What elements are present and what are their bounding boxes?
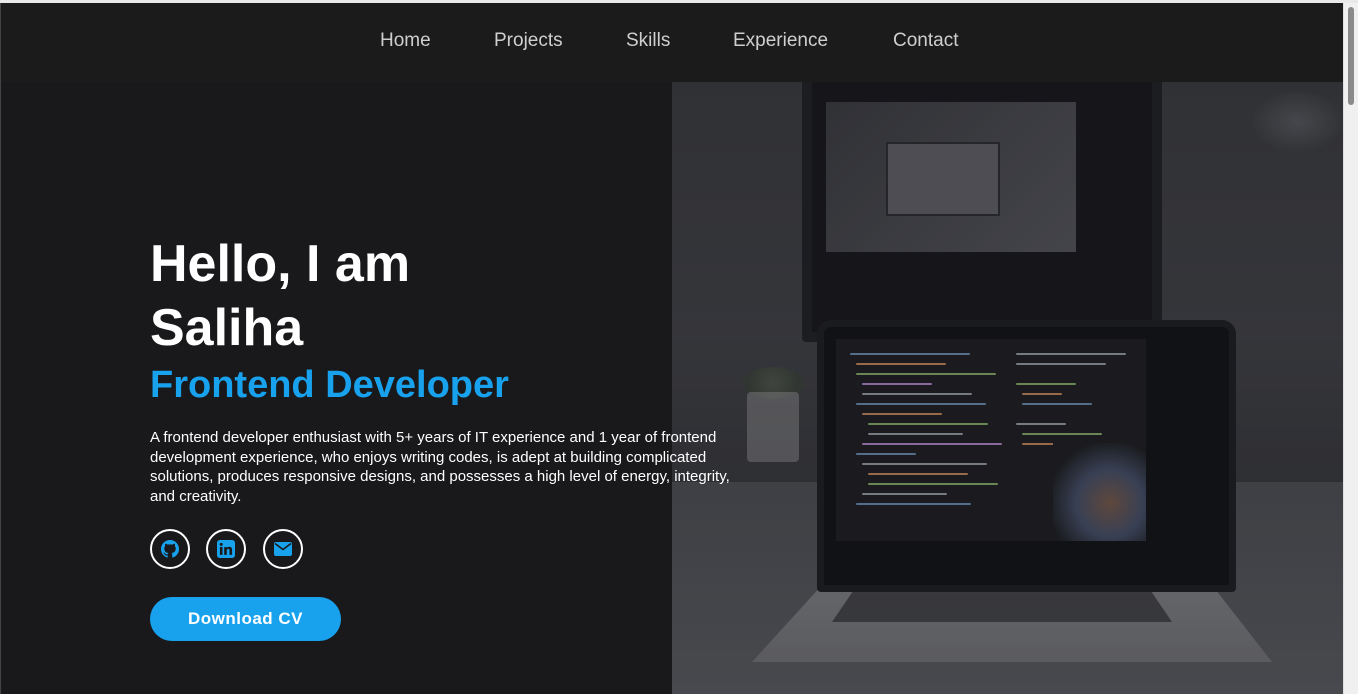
- hero-greeting: Hello, I am Saliha: [150, 232, 610, 360]
- scrollbar-thumb[interactable]: [1348, 7, 1354, 105]
- linkedin-icon: [217, 540, 235, 558]
- linkedin-link[interactable]: [206, 529, 246, 569]
- page-scrollbar[interactable]: [1343, 3, 1358, 694]
- hero-greeting-line1: Hello, I am: [150, 235, 411, 293]
- nav-home[interactable]: Home: [380, 30, 431, 52]
- hero-name: Saliha: [150, 299, 304, 357]
- nav-experience[interactable]: Experience: [733, 30, 828, 52]
- top-navigation: Home Projects Skills Experience Contact: [1, 3, 1343, 82]
- github-link[interactable]: [150, 529, 190, 569]
- nav-projects[interactable]: Projects: [494, 30, 563, 52]
- window-left-edge: [0, 3, 1, 694]
- hero-workspace-image: [672, 82, 1343, 694]
- envelope-icon: [274, 542, 292, 556]
- nav-contact[interactable]: Contact: [893, 30, 958, 52]
- hero-bio: A frontend developer enthusiast with 5+ …: [150, 429, 730, 505]
- download-cv-button[interactable]: Download CV: [150, 597, 341, 641]
- hero-image-overlay: [672, 82, 1343, 694]
- nav-skills[interactable]: Skills: [626, 30, 670, 52]
- email-link[interactable]: [263, 529, 303, 569]
- hero-role: Frontend Developer: [150, 364, 509, 406]
- github-icon: [161, 540, 179, 558]
